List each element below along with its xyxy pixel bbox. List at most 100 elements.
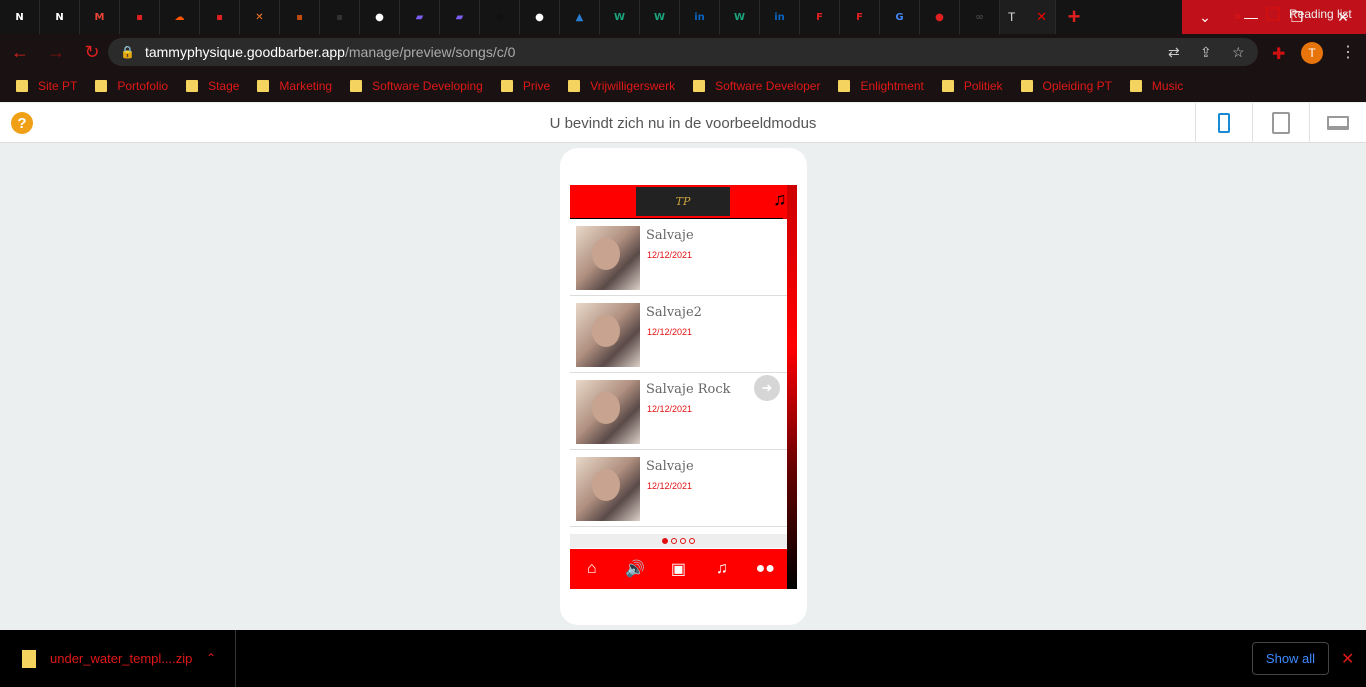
bookmark-label: Software Developer [715,79,821,93]
download-filename: under_water_templ....zip [50,651,193,666]
google-icon: G [895,11,904,23]
browser-tab[interactable]: ▪ [120,0,160,34]
browser-tab[interactable]: ● [920,0,960,34]
browser-tab[interactable]: ▰ [400,0,440,34]
download-bar: under_water_templ....zip ⌃ Show all ✕ [0,630,1366,687]
bookmark-folder[interactable]: Music [1129,79,1183,93]
browser-tab[interactable]: W [720,0,760,34]
app-icon: ▰ [415,11,424,23]
share-icon[interactable]: ⇪ [1200,44,1212,61]
app-icon: ▪ [216,11,223,23]
browser-tab-active[interactable]: T ✕ [1000,0,1056,34]
browser-tab[interactable]: ● [520,0,560,34]
star-icon[interactable]: ☆ [1232,44,1245,61]
browser-tab[interactable]: ✕ [240,0,280,34]
arrow-right-icon[interactable]: ➜ [754,375,780,401]
folder-icon [186,80,199,92]
browser-tab[interactable]: ● [480,0,520,34]
browser-tab[interactable]: G [880,0,920,34]
translate-icon[interactable]: ⇄ [1168,44,1180,61]
folder-icon [16,80,28,92]
bookmark-folder[interactable]: Marketing [257,79,332,93]
bookmark-folder[interactable]: Prive [500,79,550,93]
music-note-icon[interactable]: ♫ [773,189,787,210]
bookmark-folder[interactable]: Software Developer [693,79,820,93]
profile-avatar[interactable]: T [1301,42,1323,64]
menu-icon[interactable]: ⋮ [1340,42,1356,62]
close-icon[interactable]: ✕ [1341,649,1354,669]
show-all-button[interactable]: Show all [1252,642,1329,675]
browser-tab[interactable]: ▪ [200,0,240,34]
reading-list[interactable]: Reading list [1266,7,1352,21]
pager-dot[interactable] [662,538,668,544]
bookmark-folder[interactable]: Software Developing [350,79,483,93]
song-item[interactable]: Salvaje2 12/12/2021 [570,296,787,373]
thumbnail-photo [592,469,620,501]
bookmark-folder[interactable]: Politiek [941,79,1003,93]
bookmark-folder[interactable]: Opleiding PT [1020,79,1112,93]
browser-tab[interactable]: ● [360,0,400,34]
bookmarks-overflow-icon[interactable]: » [1234,8,1241,23]
new-tab-button[interactable]: + [1056,0,1092,34]
pager-dot[interactable] [671,538,677,544]
bookmark-folder[interactable]: Site PT [16,79,77,93]
browser-tab[interactable]: M [80,0,120,34]
bookmark-label: Portofolio [117,79,169,93]
app-icon: ▪ [336,11,343,23]
preview-mode-title: U bevindt zich nu in de voorbeeldmodus [549,115,817,132]
desktop-view-button[interactable] [1309,103,1366,143]
browser-tab[interactable]: N [0,0,40,34]
folder-icon [257,80,270,92]
browser-tab[interactable]: ▪ [320,0,360,34]
song-item[interactable]: Salvaje 12/12/2021 [570,450,787,527]
bookmark-folder[interactable]: Stage [186,79,239,93]
reload-icon[interactable]: ↻ [76,36,108,68]
tab-close-icon[interactable]: ✕ [1036,9,1047,25]
browser-tab[interactable]: W [600,0,640,34]
bookmark-folder[interactable]: Enlightment [838,79,924,93]
bookmark-folder[interactable]: Vrijwilligerswerk [568,79,675,93]
app-screen: TP ♫ Salvaje 12/12/2021 Salvaje2 12/12/2021… [570,185,797,589]
browser-tab[interactable]: in [680,0,720,34]
pager-dot[interactable] [680,538,686,544]
bookmark-folder[interactable]: Portofolio [95,79,168,93]
video-icon[interactable]: ▣ [663,559,693,579]
browser-tab[interactable]: ☁ [160,0,200,34]
back-icon[interactable]: ← [4,36,36,68]
bookmark-label: Opleiding PT [1042,79,1112,93]
bookmark-label: Marketing [279,79,333,93]
preview-header: ? U bevindt zich nu in de voorbeeldmodus [0,103,1366,143]
more-icon[interactable]: ●● [750,560,780,578]
music-icon[interactable]: ♫ [707,560,737,578]
extension-icon[interactable]: ✚ [1272,44,1285,64]
pager-dot[interactable] [689,538,695,544]
browser-tab[interactable]: N [40,0,80,34]
browser-tab[interactable]: ▲ [560,0,600,34]
folder-icon [350,80,363,92]
song-item[interactable]: Salvaje 12/12/2021 [570,219,787,296]
app-icon: ▪ [136,11,143,23]
app-logo[interactable]: TP [636,187,730,216]
bookmarks-bar: Site PT Portofolio Stage Marketing Software … [0,70,1366,102]
speaker-icon[interactable]: 🔊 [620,559,650,579]
tablet-view-button[interactable] [1252,103,1309,143]
phone-view-button[interactable] [1195,103,1252,143]
browser-tab[interactable]: F [840,0,880,34]
app-tab-bar: ⌂ 🔊 ▣ ♫ ●● [570,549,787,589]
home-icon[interactable]: ⌂ [577,560,607,578]
browser-tab[interactable]: W [640,0,680,34]
chevron-up-icon[interactable]: ⌃ [206,651,216,665]
browser-tab[interactable]: ∞ [960,0,1000,34]
download-item[interactable]: under_water_templ....zip ⌃ [16,630,236,687]
tab-strip: N N M ▪ ☁ ▪ ✕ ▪ ▪ ● ▰ ▰ ● ● ▲ W Win Win F F G ● ∞ T ✕ + [0,0,1366,34]
forward-icon[interactable]: → [40,36,72,68]
browser-toolbar: ← → ↻ 🔒 tammyphysique.goodbarber.app/man… [0,34,1366,70]
app-icon: ● [935,11,944,23]
address-bar[interactable]: 🔒 tammyphysique.goodbarber.app/manage/pr… [108,38,1258,66]
browser-tab[interactable]: F [800,0,840,34]
browser-tab[interactable]: ▰ [440,0,480,34]
browser-tab[interactable]: ▪ [280,0,320,34]
tab-search-icon[interactable]: ⌄ [1182,0,1228,34]
browser-tab[interactable]: in [760,0,800,34]
folder-icon [1129,80,1142,92]
